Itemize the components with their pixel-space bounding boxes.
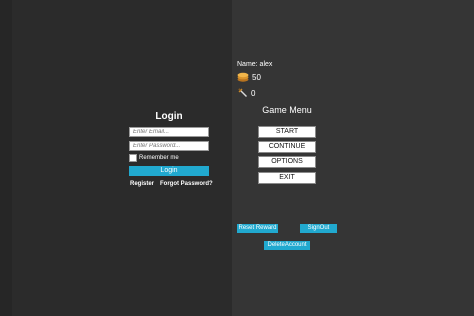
delete-account-button[interactable]: DeleteAccount xyxy=(264,241,310,250)
password-field[interactable] xyxy=(129,141,209,151)
login-panel xyxy=(0,0,232,316)
email-field[interactable] xyxy=(129,127,209,137)
player-name: Name: alex xyxy=(237,61,273,68)
reset-reward-button[interactable]: Reset Reward xyxy=(237,224,278,233)
register-link[interactable]: Register xyxy=(130,180,154,188)
remember-me-label: Remember me xyxy=(139,155,179,161)
coin-count: 50 xyxy=(252,73,261,82)
sword-count: 0 xyxy=(251,89,256,98)
coin-icon xyxy=(237,72,249,82)
left-edge-shade xyxy=(0,0,12,316)
continue-button[interactable]: CONTINUE xyxy=(258,141,316,153)
game-menu-title: Game Menu xyxy=(262,105,312,115)
sword-icon xyxy=(238,88,247,97)
options-button[interactable]: OPTIONS xyxy=(258,156,316,168)
sign-out-button[interactable]: SignOut xyxy=(300,224,337,233)
forgot-password-link[interactable]: Forgot Password? xyxy=(160,180,213,188)
exit-button[interactable]: EXIT xyxy=(258,172,316,184)
login-button[interactable]: Login xyxy=(129,166,209,176)
remember-me-checkbox[interactable] xyxy=(129,154,137,162)
login-title: Login xyxy=(155,111,183,122)
start-button[interactable]: START xyxy=(258,126,316,138)
